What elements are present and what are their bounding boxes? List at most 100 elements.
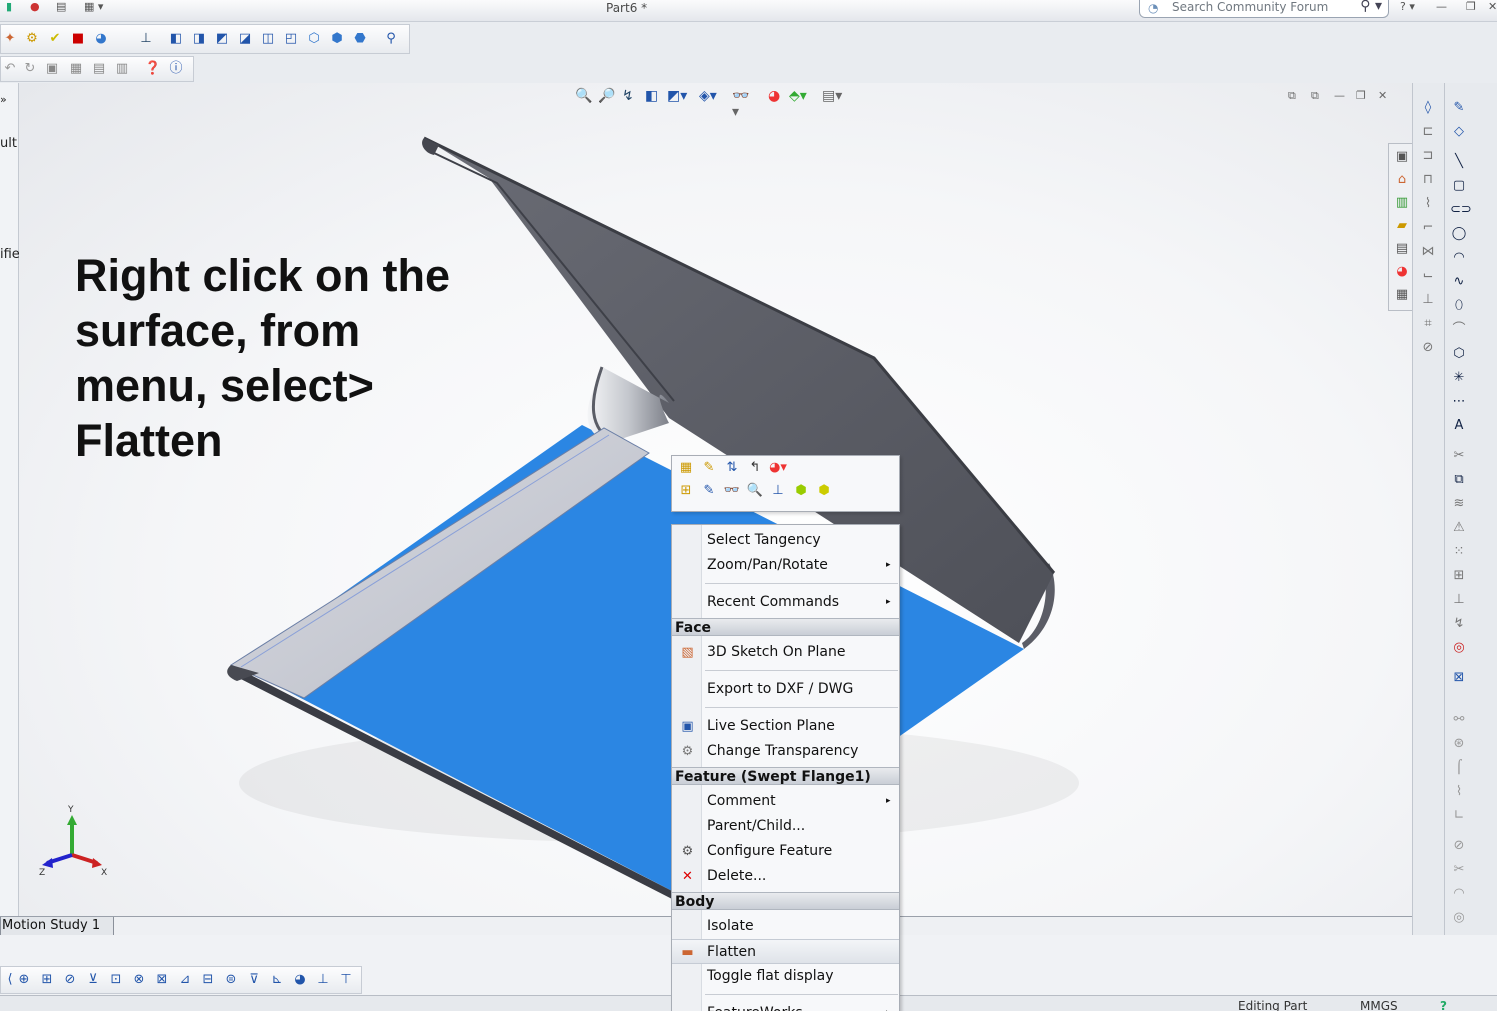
- dimetric-view-icon[interactable]: ⬣: [351, 30, 369, 48]
- menu-item-zoom-pan-rotate[interactable]: Zoom/Pan/Rotate ▸: [672, 553, 899, 578]
- bottom-tool-16-icon[interactable]: ⊤: [337, 971, 355, 989]
- options-icon[interactable]: ▤: [56, 0, 66, 13]
- section-view-icon[interactable]: ◧: [645, 88, 658, 104]
- arc-icon[interactable]: ◠: [1450, 249, 1468, 267]
- close-window-icon[interactable]: ✕: [1488, 0, 1497, 13]
- hem-icon[interactable]: ⊓: [1419, 171, 1437, 189]
- expand-panel-icon[interactable]: »: [0, 93, 7, 106]
- bottom-tool-10-icon[interactable]: ⊟: [199, 971, 217, 989]
- bottom-tool-7-icon[interactable]: ⊗: [130, 971, 148, 989]
- apply-scene-icon[interactable]: ⬘▾: [789, 88, 807, 104]
- sketch-icon[interactable]: ✎: [1450, 99, 1468, 117]
- list-icon[interactable]: ▥: [113, 60, 131, 78]
- line-icon[interactable]: ╲: [1450, 153, 1468, 171]
- bottom-tool-12-icon[interactable]: ⊽: [245, 971, 263, 989]
- view-palette-icon[interactable]: ▤: [1393, 240, 1411, 258]
- move-entities-icon[interactable]: ⊞: [1450, 567, 1468, 585]
- menu-item-flatten[interactable]: ▬ Flatten: [672, 939, 899, 964]
- sketch-tool-5-icon[interactable]: ∟: [1450, 807, 1468, 825]
- display-relations-icon[interactable]: ⊥: [1450, 591, 1468, 609]
- smart-dimension-icon[interactable]: ◇: [1450, 123, 1468, 141]
- zoom-to-fit-icon[interactable]: 🔍: [575, 88, 592, 104]
- menu-item-toggle-flat-display[interactable]: Toggle flat display: [672, 964, 899, 989]
- welded-corner-icon[interactable]: ⊥: [1419, 291, 1437, 309]
- front-view-icon[interactable]: ◧: [167, 30, 185, 48]
- bottom-tool-2-icon[interactable]: ⊕: [15, 971, 33, 989]
- ellipse-icon[interactable]: ⬯: [1450, 297, 1468, 315]
- bottom-tool-11-icon[interactable]: ⊜: [222, 971, 240, 989]
- appearances-icon[interactable]: ◕: [1393, 263, 1411, 281]
- custom-properties-icon[interactable]: ▦: [1393, 286, 1411, 304]
- table-icon[interactable]: ▤: [90, 60, 108, 78]
- bottom-view-icon[interactable]: ◰: [282, 30, 300, 48]
- bottom-tool-8-icon[interactable]: ⊠: [153, 971, 171, 989]
- offset-icon[interactable]: ≋: [1450, 495, 1468, 513]
- linear-pattern-icon[interactable]: ⁙: [1450, 543, 1468, 561]
- top-view-icon[interactable]: ◫: [259, 30, 277, 48]
- sketch-tool-9-icon[interactable]: ◎: [1450, 909, 1468, 927]
- closed-corner-icon[interactable]: ⌙: [1419, 267, 1437, 285]
- sketch-tool-7-icon[interactable]: ✂: [1450, 861, 1468, 879]
- menu-item-live-section-plane[interactable]: ▣ Live Section Plane: [672, 714, 899, 739]
- sketch-tool-1-icon[interactable]: ⚯: [1450, 711, 1468, 729]
- appearance-menu-icon[interactable]: ◕▾: [769, 459, 787, 477]
- traffic-light-icon[interactable]: ●: [30, 0, 40, 13]
- break-corner-icon[interactable]: ⌗: [1419, 315, 1437, 333]
- convert-entities-icon[interactable]: ⧉: [1450, 471, 1468, 489]
- display-style-icon[interactable]: ◈▾: [699, 88, 717, 104]
- bottom-tool-14-icon[interactable]: ◕: [291, 971, 309, 989]
- help-icon[interactable]: ❓: [144, 60, 162, 78]
- quick-snaps-icon[interactable]: ◎: [1450, 639, 1468, 657]
- sketch-tool-3-icon[interactable]: ⌠: [1450, 759, 1468, 777]
- zoom-to-area-icon[interactable]: 🔎: [598, 88, 615, 104]
- hide-icon[interactable]: 👓: [723, 482, 741, 500]
- menu-item-comment[interactable]: Comment ▸: [672, 789, 899, 814]
- sketch-tool-6-icon[interactable]: ⊘: [1450, 837, 1468, 855]
- grid-icon[interactable]: ▦: [67, 60, 85, 78]
- sketch-on-face-icon[interactable]: ✎: [700, 482, 718, 500]
- sketched-bend-icon[interactable]: ⌐: [1419, 219, 1437, 237]
- unfold-icon[interactable]: ⊘: [1419, 339, 1437, 357]
- home-icon[interactable]: ⌂: [1393, 171, 1411, 189]
- fillet-icon[interactable]: ⌒: [1450, 321, 1468, 339]
- edge-flange-icon[interactable]: ⊏: [1419, 123, 1437, 141]
- tile-vertical-icon[interactable]: ⧉: [1311, 89, 1319, 103]
- print-icon[interactable]: ▣: [43, 60, 61, 78]
- point-icon[interactable]: ✳: [1450, 369, 1468, 387]
- bottom-tool-6-icon[interactable]: ⊡: [107, 971, 125, 989]
- jog-icon[interactable]: ⌇: [1419, 195, 1437, 213]
- text-icon[interactable]: A: [1450, 417, 1468, 435]
- menu-item-3d-sketch-on-plane[interactable]: ▧ 3D Sketch On Plane: [672, 640, 899, 665]
- miter-flange-icon[interactable]: ⊐: [1419, 147, 1437, 165]
- snap-icon[interactable]: ✦: [1, 30, 19, 48]
- customize-icon[interactable]: ▦ ▾: [84, 0, 103, 13]
- info-icon[interactable]: ⓘ: [167, 60, 185, 78]
- menu-item-recent-commands[interactable]: Recent Commands ▸: [672, 590, 899, 615]
- rebuild-icon[interactable]: ↶: [1, 60, 19, 78]
- left-view-icon[interactable]: ◩: [213, 30, 231, 48]
- doc-minimize-icon[interactable]: —: [1334, 89, 1345, 102]
- status-units[interactable]: MMGS: [1360, 999, 1398, 1011]
- check-icon[interactable]: ✔: [46, 30, 64, 48]
- restore-icon[interactable]: ❐: [1466, 0, 1476, 13]
- menu-item-isolate[interactable]: Isolate: [672, 914, 899, 939]
- normal-to-icon[interactable]: ⊥: [137, 30, 155, 48]
- design-library-icon[interactable]: ▥: [1393, 194, 1411, 212]
- zoom-to-selection-icon[interactable]: 🔍: [746, 482, 764, 500]
- cross-break-icon[interactable]: ⋈: [1419, 243, 1437, 261]
- mirror-icon[interactable]: ⚠: [1450, 519, 1468, 537]
- previous-view-icon[interactable]: ↯: [622, 88, 634, 104]
- help-menu-icon[interactable]: ? ▾: [1400, 0, 1415, 13]
- search-go-icon[interactable]: ⚲ ▾: [1360, 0, 1382, 14]
- view-orientation-icon[interactable]: ◩▾: [667, 88, 687, 104]
- edit-feature-icon[interactable]: ▦: [677, 459, 695, 477]
- appearance-icon[interactable]: ◕: [92, 30, 110, 48]
- repair-sketch-icon[interactable]: ↯: [1450, 615, 1468, 633]
- sketch-tool-2-icon[interactable]: ⊛: [1450, 735, 1468, 753]
- bottom-tool-13-icon[interactable]: ⊾: [268, 971, 286, 989]
- centerline-icon[interactable]: ⋯: [1450, 393, 1468, 411]
- menu-item-parent-child[interactable]: Parent/Child...: [672, 814, 899, 839]
- sketch-tool-4-icon[interactable]: ⌇: [1450, 783, 1468, 801]
- circle-icon[interactable]: ◯: [1450, 225, 1468, 243]
- menu-item-delete[interactable]: ✕ Delete...: [672, 864, 899, 889]
